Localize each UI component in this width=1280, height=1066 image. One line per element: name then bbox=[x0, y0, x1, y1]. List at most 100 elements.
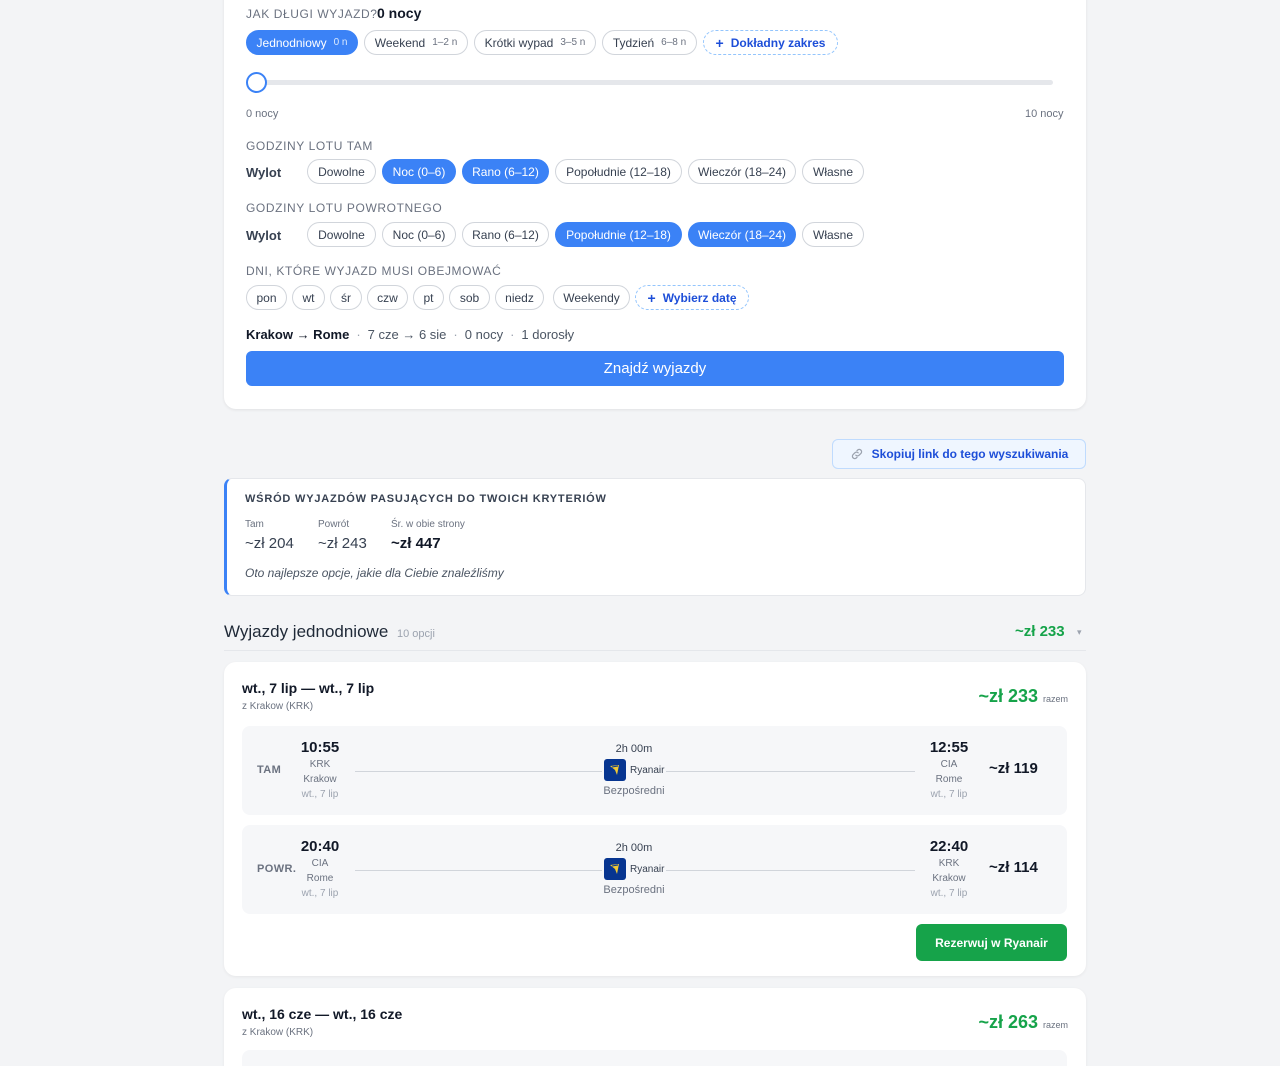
group-header[interactable]: Wyjazdy jednodniowe 10 opcji bbox=[224, 622, 435, 642]
day-mon-chip[interactable]: pon bbox=[246, 285, 287, 310]
outbound-evening-chip[interactable]: Wieczór (18–24) bbox=[688, 159, 796, 184]
stops-label: Bezpośredni bbox=[603, 785, 665, 797]
duration-label: JAK DŁUGI WYJAZD? bbox=[246, 7, 378, 21]
trip-total-price: ~zł 263 razem bbox=[978, 1012, 1068, 1032]
return-afternoon-chip[interactable]: Popołudnie (12–18) bbox=[555, 222, 682, 247]
trip-origin: z Krakow (KRK) bbox=[242, 701, 314, 712]
leg-price: ~zł 114 bbox=[989, 859, 1038, 876]
slider-max-label: 10 nocy bbox=[1025, 108, 1064, 120]
plus-icon: + bbox=[715, 34, 724, 51]
day-fri-chip[interactable]: pt bbox=[413, 285, 444, 310]
departure-city: Krakow bbox=[303, 774, 337, 785]
departure-date: wt., 7 lip bbox=[301, 888, 339, 899]
group-divider bbox=[224, 650, 1086, 651]
arrival-airport-code: KRK bbox=[938, 858, 960, 869]
leg-direction-label: TAM bbox=[257, 764, 282, 776]
trip-origin: z Krakow (KRK) bbox=[242, 1027, 314, 1038]
preset-weekend-chip[interactable]: Weekend 1–2 n bbox=[364, 30, 468, 55]
stat-avg-label: Śr. w obie strony bbox=[391, 519, 465, 530]
outbound-custom-chip[interactable]: Własne bbox=[802, 159, 864, 184]
leg-price: ~zł 119 bbox=[989, 760, 1038, 777]
arrival-time: 22:40 bbox=[929, 838, 969, 855]
return-evening-chip[interactable]: Wieczór (18–24) bbox=[688, 222, 796, 247]
stat-return-label: Powrót bbox=[318, 519, 350, 530]
arrival-time: 12:55 bbox=[929, 739, 969, 756]
outbound-afternoon-chip[interactable]: Popołudnie (12–18) bbox=[555, 159, 682, 184]
preset-day-trip-chip[interactable]: Jednodniowy 0 n bbox=[246, 30, 358, 55]
stat-outbound-label: Tam bbox=[245, 519, 264, 530]
day-wed-chip[interactable]: śr bbox=[330, 285, 362, 310]
outbound-times-label: GODZINY LOTU TAM bbox=[246, 139, 373, 153]
query-route: Krakow → Rome bbox=[246, 327, 350, 342]
ryanair-logo-icon bbox=[604, 759, 626, 781]
preset-short-trip-chip[interactable]: Krótki wypad 3–5 n bbox=[474, 30, 596, 55]
departure-airport-code: KRK bbox=[309, 759, 331, 770]
return-row-label: Wylot bbox=[246, 228, 282, 243]
arrival-city: Krakow bbox=[932, 873, 966, 884]
flight-leg-outbound[interactable]: TAM 10:55 KRK Krakow wt., 7 lip 2h 00m R… bbox=[242, 726, 1067, 815]
arrival-date: wt., 7 lip bbox=[930, 789, 968, 800]
departure-city: Rome bbox=[306, 873, 334, 884]
summary-note: Oto najlepsze opcje, jakie dla Ciebie zn… bbox=[245, 566, 504, 580]
pick-date-button[interactable]: + Wybierz datę bbox=[635, 285, 749, 310]
airline: Ryanair bbox=[602, 759, 667, 781]
return-any-chip[interactable]: Dowolne bbox=[307, 222, 376, 247]
book-ryanair-button[interactable]: Rezerwuj w Ryanair bbox=[916, 924, 1067, 961]
trip-dates: wt., 16 cze — wt., 16 cze bbox=[242, 1006, 403, 1022]
day-sat-chip[interactable]: sob bbox=[449, 285, 490, 310]
plus-icon: + bbox=[647, 289, 656, 306]
departure-time: 10:55 bbox=[300, 739, 340, 756]
departure-date: wt., 7 lip bbox=[301, 789, 339, 800]
weekends-chip[interactable]: Weekendy bbox=[553, 285, 630, 310]
airline: Ryanair bbox=[602, 858, 667, 880]
outbound-night-chip[interactable]: Noc (0–6) bbox=[382, 159, 456, 184]
return-custom-chip[interactable]: Własne bbox=[802, 222, 864, 247]
chevron-down-icon[interactable]: ▾ bbox=[1077, 627, 1082, 638]
arrival-city: Rome bbox=[935, 774, 963, 785]
query-dates: 7 cze → 6 sie bbox=[367, 327, 447, 342]
trip-dates: wt., 7 lip — wt., 7 lip bbox=[242, 680, 375, 696]
outbound-row-label: Wylot bbox=[246, 165, 282, 180]
departure-airport-code: CIA bbox=[311, 858, 329, 869]
slider-min-label: 0 nocy bbox=[246, 108, 279, 120]
trip-card: wt., 7 lip — wt., 7 lip z Krakow (KRK) ~… bbox=[224, 662, 1086, 976]
arrival-airport-code: CIA bbox=[940, 759, 958, 770]
flight-leg-outbound[interactable] bbox=[242, 1050, 1067, 1066]
departure-time: 20:40 bbox=[300, 838, 340, 855]
query-pax: 1 dorosły bbox=[521, 327, 575, 342]
group-title: Wyjazdy jednodniowe bbox=[224, 622, 389, 641]
find-trips-button[interactable]: Znajdź wyjazdy bbox=[246, 351, 1064, 386]
day-sun-chip[interactable]: niedz bbox=[495, 285, 544, 310]
flight-duration: 2h 00m bbox=[615, 743, 653, 755]
link-icon bbox=[851, 448, 862, 460]
exact-range-button[interactable]: + Dokładny zakres bbox=[703, 30, 838, 55]
return-times-label: GODZINY LOTU POWROTNEGO bbox=[246, 201, 443, 215]
stat-avg-value: ~zł 447 bbox=[391, 535, 441, 552]
group-count: 10 opcji bbox=[397, 628, 435, 640]
arrival-date: wt., 7 lip bbox=[930, 888, 968, 899]
days-label: DNI, KTÓRE WYJAZD MUSI OBEJMOWAĆ bbox=[246, 264, 502, 278]
summary-title: WŚRÓD WYJAZDÓW PASUJĄCYCH DO TWOICH KRYT… bbox=[245, 493, 607, 505]
group-min-price: ~zł 233 bbox=[1015, 623, 1065, 640]
return-night-chip[interactable]: Noc (0–6) bbox=[382, 222, 456, 247]
day-thu-chip[interactable]: czw bbox=[367, 285, 408, 310]
stat-return-value: ~zł 243 bbox=[318, 535, 367, 552]
trip-card: wt., 16 cze — wt., 16 cze z Krakow (KRK)… bbox=[224, 988, 1086, 1066]
nights-slider-track[interactable] bbox=[256, 80, 1053, 85]
flight-duration: 2h 00m bbox=[615, 842, 653, 854]
day-tue-chip[interactable]: wt bbox=[292, 285, 325, 310]
copy-search-link-button[interactable]: Skopiuj link do tego wyszukiwania bbox=[832, 439, 1086, 469]
query-nights: 0 nocy bbox=[464, 327, 504, 342]
stops-label: Bezpośredni bbox=[603, 884, 665, 896]
return-morning-chip[interactable]: Rano (6–12) bbox=[462, 222, 549, 247]
preset-week-chip[interactable]: Tydzień 6–8 n bbox=[602, 30, 697, 55]
outbound-morning-chip[interactable]: Rano (6–12) bbox=[462, 159, 549, 184]
outbound-any-chip[interactable]: Dowolne bbox=[307, 159, 376, 184]
query-summary: Krakow → Rome · 7 cze → 6 sie · 0 nocy ·… bbox=[246, 327, 575, 342]
ryanair-logo-icon bbox=[604, 858, 626, 880]
stat-outbound-value: ~zł 204 bbox=[245, 535, 294, 552]
trip-total-price: ~zł 233 razem bbox=[978, 686, 1068, 706]
duration-value: 0 nocy bbox=[377, 5, 422, 21]
nights-slider-thumb[interactable] bbox=[246, 72, 267, 93]
flight-leg-return[interactable]: POWR. 20:40 CIA Rome wt., 7 lip 2h 00m R… bbox=[242, 825, 1067, 914]
